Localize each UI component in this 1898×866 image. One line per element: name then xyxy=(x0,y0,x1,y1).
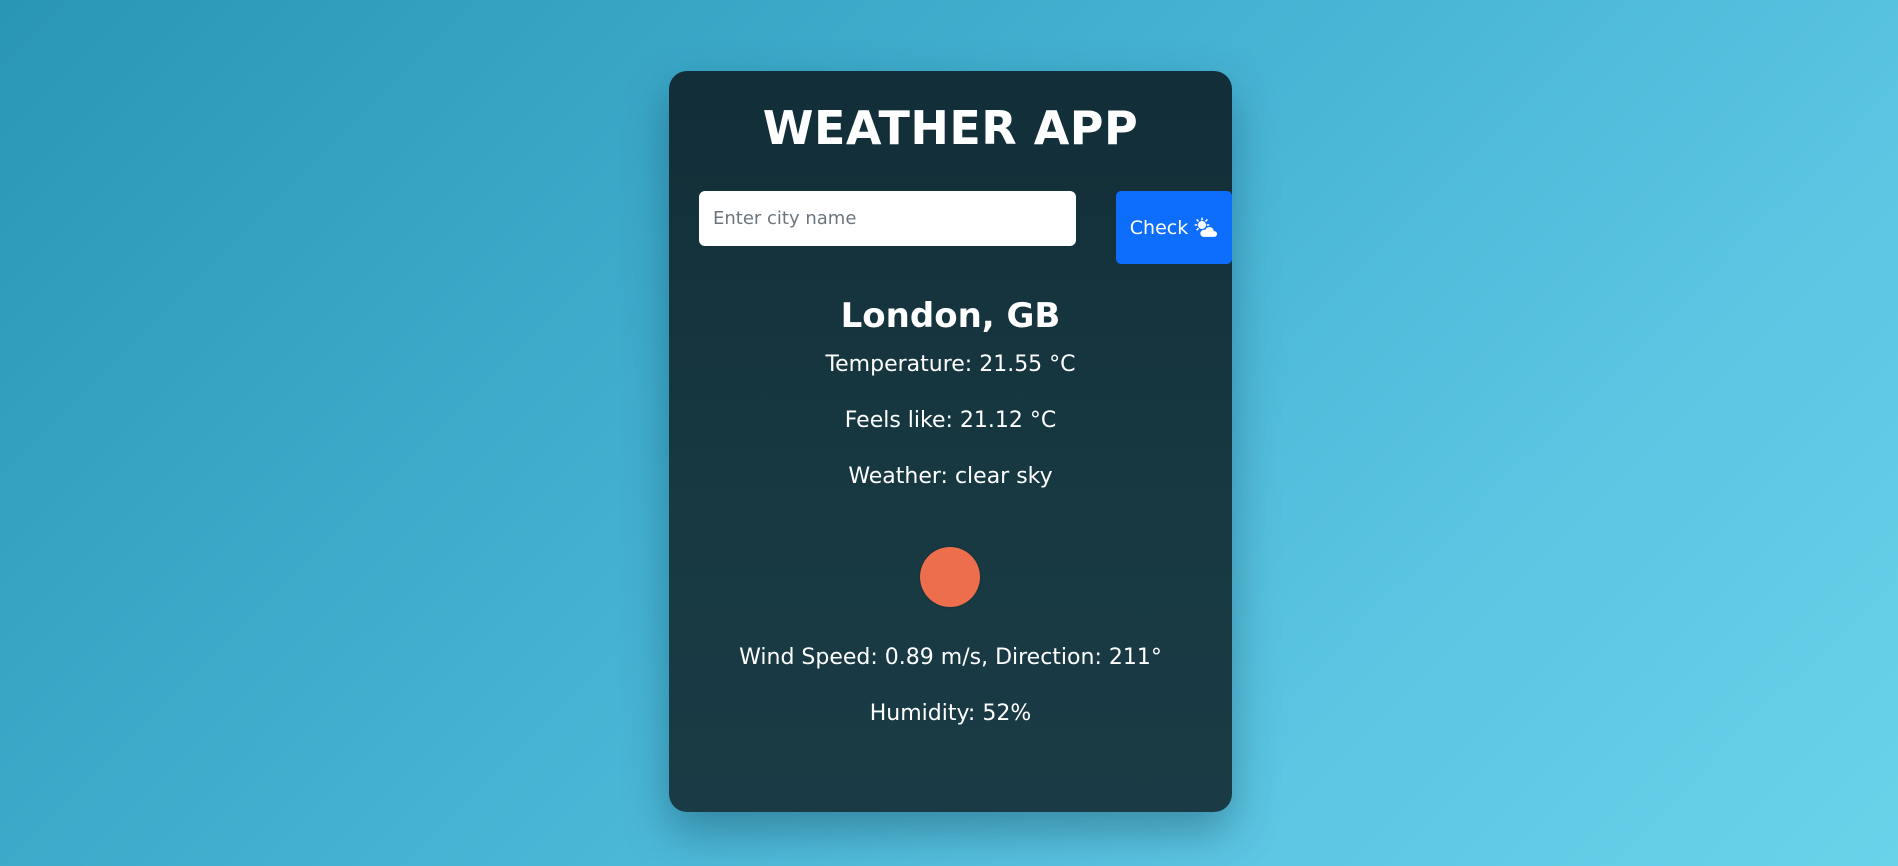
temperature-text: Temperature: 21.55 °C xyxy=(825,352,1076,377)
feels-like-text: Feels like: 21.12 °C xyxy=(844,408,1057,433)
city-input[interactable] xyxy=(699,191,1076,246)
check-button[interactable]: Check xyxy=(1116,191,1232,264)
wind-text: Wind Speed: 0.89 m/s, Direction: 211° xyxy=(739,645,1162,670)
location-heading: London, GB xyxy=(840,296,1061,336)
search-form: Check xyxy=(699,191,1232,264)
humidity-text: Humidity: 52% xyxy=(869,701,1032,726)
weather-description: Weather: clear sky xyxy=(848,464,1053,489)
cloud-sun-icon xyxy=(1194,217,1219,239)
sun-circle-icon xyxy=(920,547,980,607)
app-title: WEATHER APP xyxy=(762,101,1139,155)
weather-card: WEATHER APP Check xyxy=(669,71,1232,812)
check-button-label: Check xyxy=(1129,216,1189,239)
